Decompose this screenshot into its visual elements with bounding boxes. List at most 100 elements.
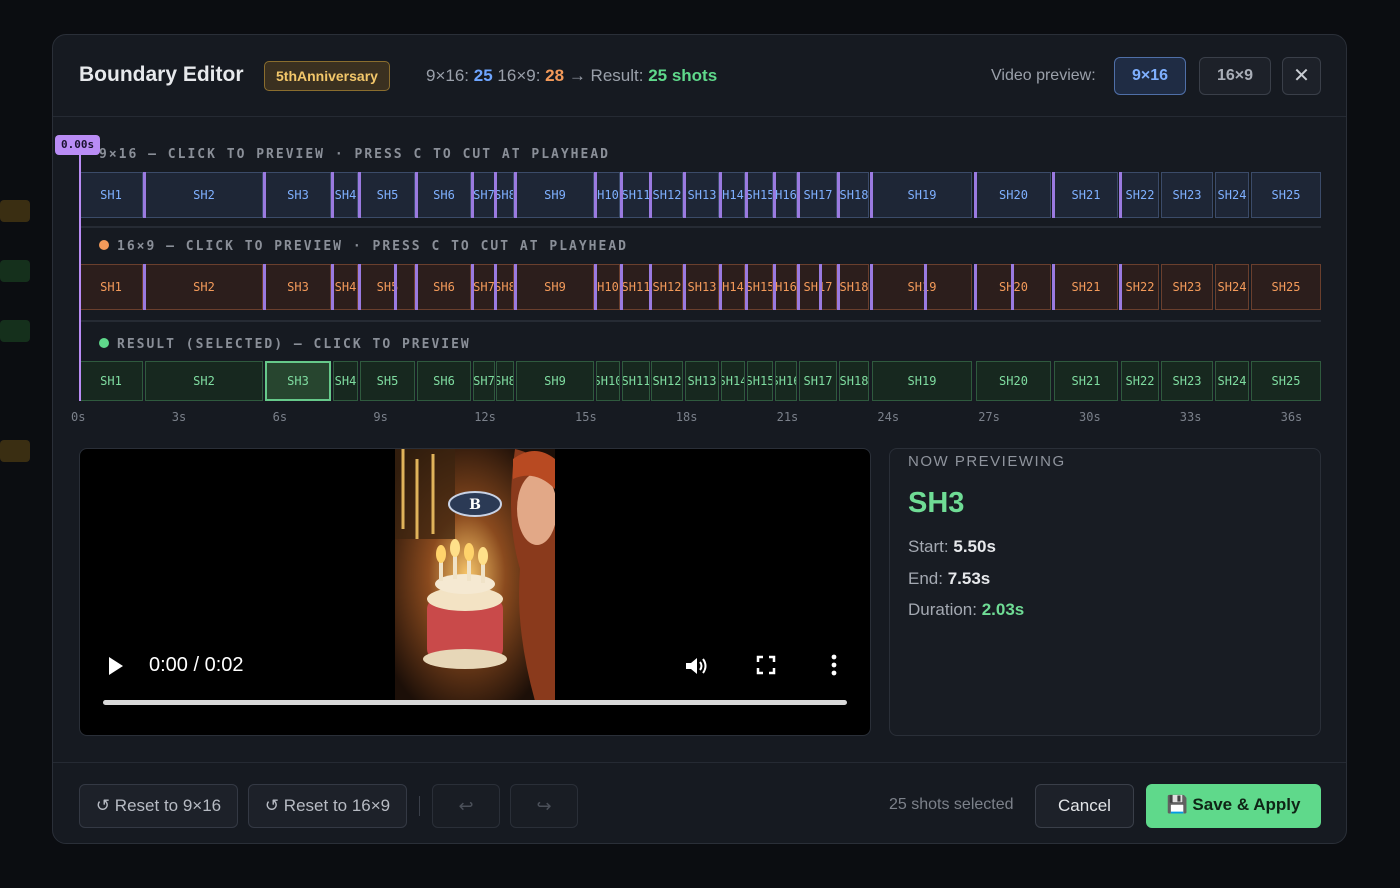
cut-marker[interactable] bbox=[358, 264, 361, 310]
shot-segment[interactable]: SH19 bbox=[872, 172, 972, 218]
shot-segment[interactable]: SH22 bbox=[1121, 264, 1159, 310]
shot-segment[interactable]: SH17 bbox=[799, 172, 837, 218]
cut-marker[interactable] bbox=[358, 172, 361, 218]
shot-segment[interactable]: SH22 bbox=[1121, 172, 1159, 218]
video-player[interactable]: B 0:00 / 0:02 bbox=[79, 448, 871, 736]
cut-marker[interactable] bbox=[719, 172, 722, 218]
cut-marker[interactable] bbox=[745, 264, 748, 310]
cut-marker[interactable] bbox=[1052, 172, 1055, 218]
shot-segment[interactable]: H16 bbox=[775, 264, 797, 310]
shot-segment[interactable]: SH13 bbox=[685, 172, 719, 218]
cut-marker[interactable] bbox=[494, 172, 497, 218]
shot-segment[interactable]: SH18 bbox=[839, 264, 869, 310]
shot-segment[interactable]: SH22 bbox=[1121, 361, 1159, 401]
shot-segment[interactable]: SH14 bbox=[721, 361, 745, 401]
cut-marker[interactable] bbox=[514, 264, 517, 310]
shot-segment[interactable]: SH5 bbox=[360, 172, 415, 218]
shot-segment[interactable]: SH4 bbox=[333, 361, 358, 401]
shot-segment[interactable]: SH15 bbox=[747, 264, 773, 310]
shot-segment[interactable]: SH19 bbox=[872, 361, 972, 401]
playhead-time[interactable]: 0.00s bbox=[55, 135, 101, 155]
play-icon[interactable] bbox=[106, 655, 126, 677]
shot-segment[interactable]: SH7 bbox=[473, 172, 495, 218]
shot-segment[interactable]: SH21 bbox=[1054, 361, 1118, 401]
shot-segment[interactable]: SH2 bbox=[145, 361, 263, 401]
cut-marker[interactable] bbox=[797, 172, 800, 218]
shot-segment[interactable]: H14 bbox=[721, 172, 745, 218]
cut-marker[interactable] bbox=[471, 172, 474, 218]
shot-segment[interactable]: SH4 bbox=[333, 264, 358, 310]
shot-segment[interactable]: SH17 bbox=[799, 361, 837, 401]
cut-marker[interactable] bbox=[494, 264, 497, 310]
shot-segment[interactable]: SH11 bbox=[622, 361, 650, 401]
shot-segment[interactable]: SH2 bbox=[145, 264, 263, 310]
shot-segment[interactable]: SH24 bbox=[1215, 264, 1249, 310]
cut-marker[interactable] bbox=[870, 264, 873, 310]
cut-marker[interactable] bbox=[1119, 264, 1122, 310]
shot-segment[interactable]: SH23 bbox=[1161, 172, 1213, 218]
shot-segment[interactable]: SH8 bbox=[496, 264, 514, 310]
cut-marker[interactable] bbox=[331, 264, 334, 310]
reset-916-button[interactable]: ↺ Reset to 9×16 bbox=[79, 784, 238, 828]
shot-segment[interactable]: SH11 bbox=[622, 264, 650, 310]
shot-segment[interactable]: SH18 bbox=[839, 172, 869, 218]
shot-segment[interactable]: SH13 bbox=[685, 361, 719, 401]
cut-marker[interactable] bbox=[719, 264, 722, 310]
cut-marker[interactable] bbox=[1011, 264, 1014, 310]
shot-segment[interactable]: SH12 bbox=[651, 172, 683, 218]
track-169[interactable]: SH1SH2SH3SH4SH5SH6SH7SH8SH9H10SH11SH12SH… bbox=[79, 264, 1321, 310]
shot-segment[interactable]: SH13 bbox=[685, 264, 719, 310]
cut-marker[interactable] bbox=[394, 264, 397, 310]
cut-marker[interactable] bbox=[263, 172, 266, 218]
shot-segment[interactable]: SH25 bbox=[1251, 361, 1321, 401]
shot-segment[interactable]: SH5 bbox=[360, 361, 415, 401]
shot-segment[interactable]: SH25 bbox=[1251, 264, 1321, 310]
playhead[interactable] bbox=[79, 147, 81, 401]
cut-marker[interactable] bbox=[1052, 264, 1055, 310]
cut-marker[interactable] bbox=[620, 172, 623, 218]
cut-marker[interactable] bbox=[683, 172, 686, 218]
cut-marker[interactable] bbox=[415, 264, 418, 310]
cut-marker[interactable] bbox=[415, 172, 418, 218]
shot-segment[interactable]: SH8 bbox=[496, 361, 514, 401]
shot-segment[interactable]: H16 bbox=[775, 172, 797, 218]
shot-segment[interactable]: SH20 bbox=[976, 361, 1051, 401]
shot-segment[interactable]: SH21 bbox=[1054, 264, 1118, 310]
shot-segment[interactable]: SH3 bbox=[265, 172, 331, 218]
track-result[interactable]: SH1SH2SH3SH4SH5SH6SH7SH8SH9SH10SH11SH12S… bbox=[79, 361, 1321, 401]
cut-marker[interactable] bbox=[649, 264, 652, 310]
shot-segment[interactable]: H14 bbox=[721, 264, 745, 310]
cut-marker[interactable] bbox=[143, 172, 146, 218]
close-icon[interactable]: ✕ bbox=[1282, 57, 1321, 95]
cut-marker[interactable] bbox=[745, 172, 748, 218]
shot-segment[interactable]: SH3 bbox=[265, 264, 331, 310]
cut-marker[interactable] bbox=[263, 264, 266, 310]
shot-segment[interactable]: SH16 bbox=[775, 361, 797, 401]
shot-segment[interactable]: SH15 bbox=[747, 172, 773, 218]
shot-segment[interactable]: SH3 bbox=[265, 361, 331, 401]
cut-marker[interactable] bbox=[143, 264, 146, 310]
shot-segment[interactable]: SH19 bbox=[872, 264, 972, 310]
cut-marker[interactable] bbox=[1119, 172, 1122, 218]
shot-segment[interactable]: SH1 bbox=[79, 264, 143, 310]
cut-marker[interactable] bbox=[471, 264, 474, 310]
shot-segment[interactable]: SH9 bbox=[516, 172, 594, 218]
shot-segment[interactable]: H10 bbox=[596, 172, 620, 218]
cut-marker[interactable] bbox=[620, 264, 623, 310]
shot-segment[interactable]: SH10 bbox=[596, 361, 620, 401]
undo-button[interactable]: ↩ bbox=[432, 784, 500, 828]
shot-segment[interactable]: SH12 bbox=[651, 361, 683, 401]
shot-segment[interactable]: SH5 bbox=[360, 264, 415, 310]
shot-segment[interactable]: SH4 bbox=[333, 172, 358, 218]
shot-segment[interactable]: SH18 bbox=[839, 361, 869, 401]
shot-segment[interactable]: SH24 bbox=[1215, 361, 1249, 401]
shot-segment[interactable]: SH11 bbox=[622, 172, 650, 218]
more-options-icon[interactable] bbox=[830, 654, 838, 676]
cut-marker[interactable] bbox=[974, 172, 977, 218]
video-progress-bar[interactable] bbox=[103, 700, 847, 705]
volume-icon[interactable] bbox=[684, 655, 710, 677]
cut-marker[interactable] bbox=[974, 264, 977, 310]
preview-169-button[interactable]: 16×9 bbox=[1199, 57, 1271, 95]
shot-segment[interactable]: SH9 bbox=[516, 361, 594, 401]
reset-169-button[interactable]: ↺ Reset to 16×9 bbox=[248, 784, 407, 828]
